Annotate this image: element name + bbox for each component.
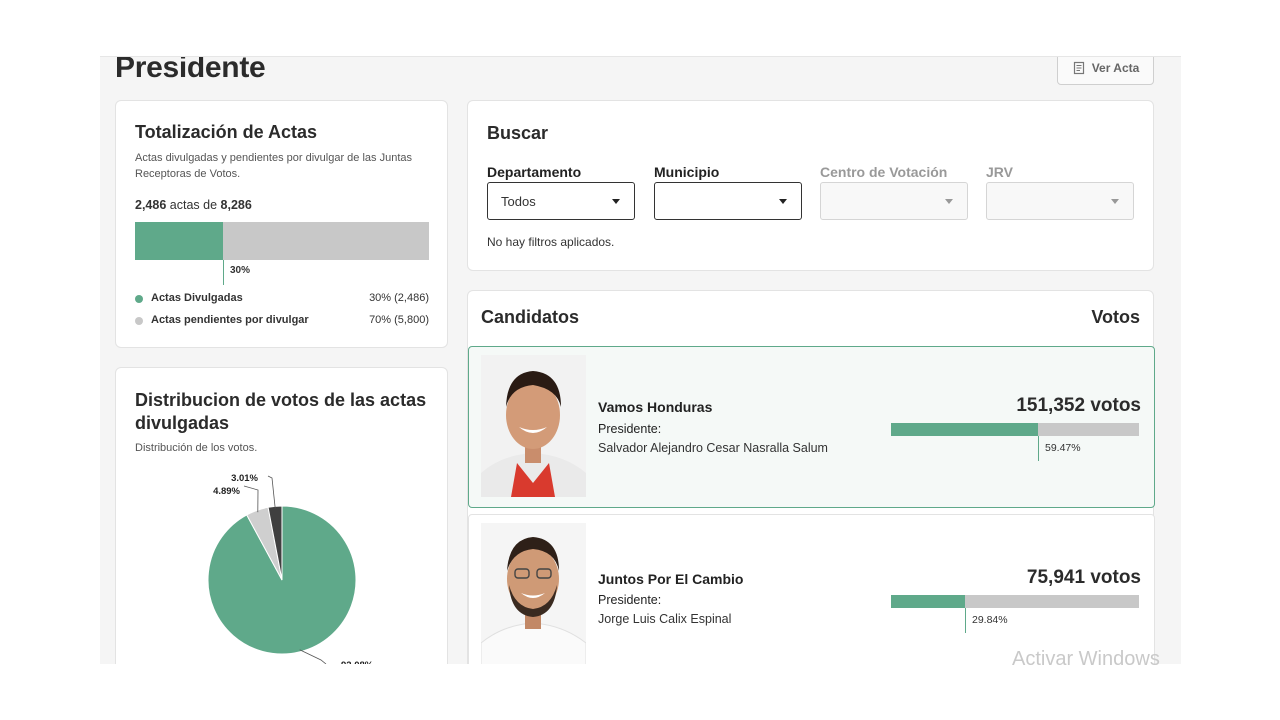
pie-leader-line [243,485,259,513]
candidate-vote-bar [891,595,1139,608]
buscar-title: Buscar [487,123,549,143]
candidate-vote-fill [891,423,1038,436]
legend-label: Actas Divulgadas [151,292,243,304]
candidate-role: Presidente: [598,593,662,607]
jrv-label: JRV [986,164,1013,180]
departamento-value: Todos [501,194,536,209]
departamento-label: Departamento [487,164,582,180]
candidate-vote-bar [891,423,1139,436]
votes-pie-chart: 92.08% 4.89% 3.01% [207,473,374,664]
totalizacion-description: Actas divulgadas y pendientes por divulg… [135,152,413,180]
candidate-votes: 151,352 votos [1016,395,1141,416]
candidate-party: Vamos Honduras [598,399,713,415]
chevron-down-icon [1111,199,1119,204]
pie-leader-line [267,475,276,509]
distribucion-card: Distribucion de votos de las actas divul… [115,367,448,664]
legend-pendientes: Actas pendientes por divulgar 70% (5,800… [135,314,429,328]
candidate-vote-fill [891,595,965,608]
legend-dot-green [135,295,143,303]
candidate-party: Juntos Por El Cambio [598,571,744,587]
pie-slice-label: 4.89% [213,486,240,497]
activation-watermark: Activar Windows [1012,648,1160,670]
document-icon [1073,61,1084,75]
candidate-name: Salvador Alejandro Cesar Nasralla Salum [598,441,828,455]
centro-votacion-label: Centro de Votación [820,164,948,180]
totalizacion-card: Totalización de Actas Actas divulgadas y… [115,100,448,348]
legend-value: 70% (5,800) [369,314,429,326]
distribucion-description: Distribución de los votos. [135,442,258,454]
legend-dot-gray [135,317,143,325]
candidatos-card: Candidatos Votos Vamos Honduras Presiden… [467,290,1155,664]
totalizacion-title: Totalización de Actas [135,122,318,142]
actas-progress-fill [135,222,223,260]
actas-count: 2,486 actas de 8,286 [135,198,252,212]
votos-header: Votos [1091,307,1140,327]
no-filters-text: No hay filtros aplicados. [487,235,615,249]
vote-marker [965,608,966,633]
results-page: Presidente Ver Acta Totalización de Acta… [100,56,1181,664]
candidate-role: Presidente: [598,422,662,436]
total-count: 8,286 [220,198,252,212]
ver-acta-label: Ver Acta [1091,61,1140,75]
pie-slice-label: 3.01% [231,473,258,484]
jrv-select [986,182,1134,220]
legend-divulgadas: Actas Divulgadas 30% (2,486) [135,292,429,306]
page-title: Presidente [115,56,266,84]
chevron-down-icon [779,199,787,204]
buscar-card: Buscar Departamento Todos Municipio Cent… [467,100,1154,271]
candidate-row[interactable]: Vamos Honduras Presidente: Salvador Alej… [468,346,1155,508]
distribucion-title: Distribucion de votos de las actas divul… [135,390,427,433]
legend-label: Actas pendientes por divulgar [151,314,309,326]
candidate-percent: 29.84% [972,614,1008,626]
candidate-votes: 75,941 votos [1026,567,1141,588]
ver-acta-button[interactable]: Ver Acta [1057,57,1154,85]
progress-marker [223,260,224,285]
candidate-photo [481,355,586,497]
candidate-name: Jorge Luis Calix Espinal [598,612,732,626]
municipio-select[interactable] [654,182,802,220]
actas-progress-bar [135,222,429,260]
count-connector: actas de [169,198,218,212]
centro-votacion-select [820,182,968,220]
candidate-row[interactable]: Juntos Por El Cambio Presidente: Jorge L… [468,514,1155,664]
vote-marker [1038,436,1039,461]
departamento-select[interactable]: Todos [487,182,635,220]
candidatos-title: Candidatos [481,307,580,327]
candidate-percent: 59.47% [1045,442,1081,454]
legend-value: 30% (2,486) [369,292,429,304]
chevron-down-icon [612,199,620,204]
pie-leader-line [299,649,327,664]
chevron-down-icon [945,199,953,204]
progress-label: 30% [230,265,251,276]
municipio-label: Municipio [654,164,720,180]
pie-slice-label: 92.08% [341,660,374,664]
candidate-photo [481,523,586,664]
divulgadas-count: 2,486 [135,198,167,212]
